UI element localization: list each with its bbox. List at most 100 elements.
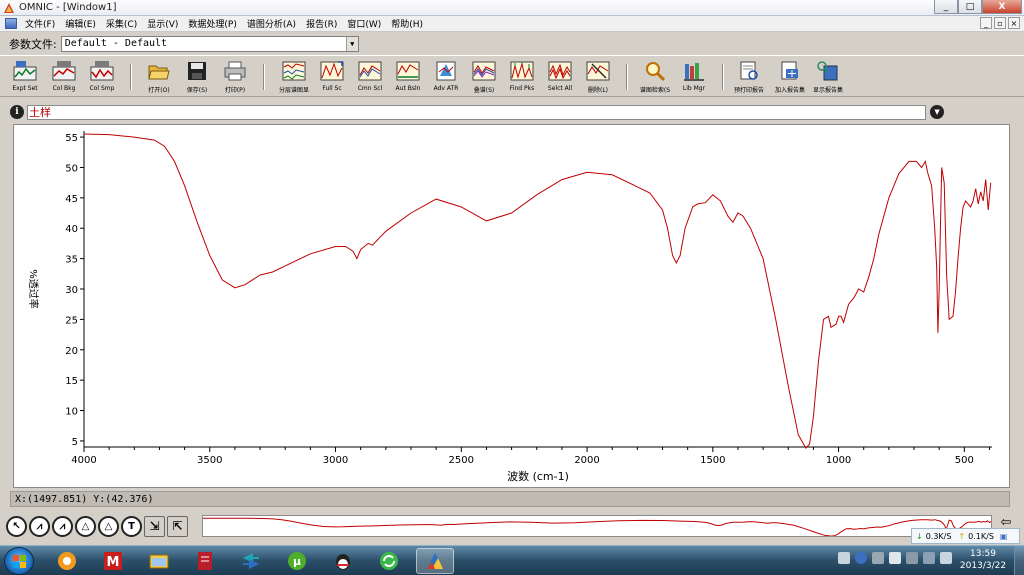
x-tick-label: 1500 — [700, 455, 725, 466]
menu-edit[interactable]: 编辑(E) — [65, 17, 96, 30]
overview-arrow-icon[interactable]: ⇦ — [996, 515, 1016, 530]
select-all-button[interactable]: Selct All — [542, 60, 578, 96]
y-tick-label: 30 — [65, 285, 78, 296]
doc-close-button[interactable]: × — [1008, 17, 1020, 29]
taskbar-app-omnic[interactable] — [416, 548, 454, 574]
peak-height-tool-icon[interactable]: ⩘ — [52, 515, 73, 537]
x-tick-label: 3000 — [323, 455, 348, 466]
peak-area-tool-icon[interactable]: △ — [75, 515, 96, 537]
experiment-label: 参数文件: — [9, 37, 57, 51]
dropdown-icon[interactable]: ▼ — [930, 105, 944, 119]
menu-help[interactable]: 帮助(H) — [391, 17, 423, 30]
find-peaks-icon — [510, 61, 534, 81]
expt-set-button[interactable]: Expt Set — [7, 60, 43, 96]
document-window-icon[interactable] — [5, 18, 17, 29]
main-toolbar: Expt Set Col Bkg Col Smp 打开(O) 保存(S) 打印(… — [0, 55, 1024, 97]
taskbar-app-5[interactable] — [232, 548, 270, 574]
menu-window[interactable]: 窗口(W) — [347, 17, 381, 30]
taskbar-app-8[interactable] — [370, 548, 408, 574]
spectrum-chart: 5 10 15 20 25 30 35 40 45 50 55 4000 3500 3000 2500 200… — [27, 131, 992, 483]
taskbar-app-2[interactable]: M — [94, 548, 132, 574]
adv-atr-button[interactable]: Adv ATR — [428, 60, 464, 96]
system-clock[interactable]: 13:59 2013/3/22 — [956, 548, 1010, 572]
find-peaks-button[interactable]: Find Pks — [504, 60, 540, 96]
taskbar-app-1[interactable] — [48, 548, 86, 574]
start-button[interactable] — [4, 547, 34, 575]
taskbar-app-qq[interactable] — [324, 548, 362, 574]
spectrum-overview-pane[interactable] — [202, 515, 992, 537]
doc-minimize-button[interactable]: _ — [980, 17, 992, 29]
show-desktop-button[interactable] — [1014, 546, 1024, 575]
search-magnifier-icon — [646, 62, 666, 82]
tray-arrow-icon[interactable] — [872, 552, 884, 564]
common-scale-icon — [358, 61, 382, 81]
library-manager-button[interactable]: Lib Mgr — [676, 60, 712, 96]
auto-baseline-icon — [396, 61, 420, 81]
taskbar-app-4[interactable] — [186, 548, 224, 574]
title-bar[interactable]: OMNIC - [Window1] _ □ X — [0, 0, 1024, 16]
y-tick-label: 25 — [65, 315, 78, 326]
menu-bar: 文件(F) 编辑(E) 采集(C) 显示(V) 数据处理(P) 谱图分析(A) … — [0, 16, 1024, 32]
clock-date: 2013/3/22 — [959, 561, 1007, 571]
window-title: OMNIC - [Window1] — [19, 2, 117, 13]
taskbar-app-utorrent[interactable]: μ — [278, 548, 316, 574]
auto-baseline-button[interactable]: Aut Bsln — [390, 60, 426, 96]
experiment-select[interactable]: Default - Default ▼ — [60, 35, 359, 52]
full-scale-button[interactable]: Full Sc — [314, 60, 350, 96]
maximize-button[interactable]: □ — [958, 0, 982, 14]
close-button[interactable]: X — [982, 0, 1022, 14]
y-tick-label: 50 — [65, 163, 78, 174]
tray-computer-icon[interactable] — [940, 552, 952, 564]
zoom-out-tool-icon[interactable]: ⇱ — [167, 515, 188, 537]
add-report-button[interactable]: 加入报告集 — [772, 60, 808, 96]
y-tick-label: 20 — [65, 346, 78, 357]
spectrum-plot-window[interactable]: 5 10 15 20 25 30 35 40 45 50 55 4000 3500 3000 2500 200… — [13, 124, 1010, 488]
zoom-in-tool-icon[interactable]: ⇲ — [144, 515, 165, 537]
toolbar-separator — [130, 64, 132, 90]
spectrum-title-field[interactable]: 土样 — [26, 104, 927, 120]
tray-network-icon[interactable] — [906, 552, 918, 564]
selection-tool-icon[interactable]: ↖ — [6, 515, 27, 537]
common-scale-button[interactable]: Cmn Scl — [352, 60, 388, 96]
menu-analyze[interactable]: 谱图分析(A) — [247, 17, 296, 30]
stack-spectra-icon — [282, 61, 306, 81]
show-report-icon — [817, 61, 838, 81]
tray-flag-icon[interactable] — [889, 552, 901, 564]
preview-report-icon — [740, 61, 758, 80]
doc-restore-button[interactable]: ▫ — [994, 17, 1006, 29]
show-report-button[interactable]: 显示报告集 — [810, 60, 846, 96]
preview-report-button[interactable]: 预打印报告 — [731, 60, 767, 96]
col-bkg-button[interactable]: Col Bkg — [46, 60, 82, 96]
overview-chart — [203, 517, 991, 536]
region-tool-icon[interactable]: ⩘ — [29, 515, 50, 537]
delete-spectrum-button[interactable]: 删除(L) — [580, 60, 616, 96]
print-button[interactable]: 打印(P) — [217, 60, 253, 96]
menu-collect[interactable]: 采集(C) — [106, 17, 137, 30]
menu-view[interactable]: 显示(V) — [147, 17, 178, 30]
tray-volume-icon[interactable] — [923, 552, 935, 564]
minimize-button[interactable]: _ — [934, 0, 958, 14]
x-axis-label: 波数 (cm-1) — [507, 470, 569, 483]
spectral-search-button[interactable]: 谱图检索(S — [637, 60, 673, 96]
annotation-tool-icon[interactable]: T — [121, 515, 142, 537]
menu-report[interactable]: 报告(R) — [306, 17, 337, 30]
col-smp-button[interactable]: Col Smp — [84, 60, 120, 96]
tray-help-icon[interactable] — [855, 552, 867, 564]
info-icon[interactable]: i — [10, 105, 24, 119]
taskbar-app-explorer[interactable] — [140, 548, 178, 574]
save-button[interactable]: 保存(S) — [179, 60, 215, 96]
upload-speed: 0.1K/S — [968, 531, 994, 541]
green-refresh-app-icon — [380, 552, 398, 570]
menu-process[interactable]: 数据处理(P) — [188, 17, 236, 30]
tray-keyboard-icon[interactable] — [838, 552, 850, 564]
chevron-down-icon[interactable]: ▼ — [345, 36, 358, 51]
save-disk-icon — [188, 62, 206, 80]
peak-label-tool-icon[interactable]: △ — [98, 515, 119, 537]
y-axis-label: %透过率 — [27, 269, 40, 309]
stack-spectra-button[interactable]: 分层谱图显 — [276, 60, 312, 96]
menu-file[interactable]: 文件(F) — [25, 17, 55, 30]
overlay-button[interactable]: 叠谱(S) — [466, 60, 502, 96]
open-button[interactable]: 打开(O) — [141, 60, 177, 96]
teal-arrows-app-icon — [243, 553, 259, 569]
window-controls: _ □ X — [934, 0, 1022, 14]
